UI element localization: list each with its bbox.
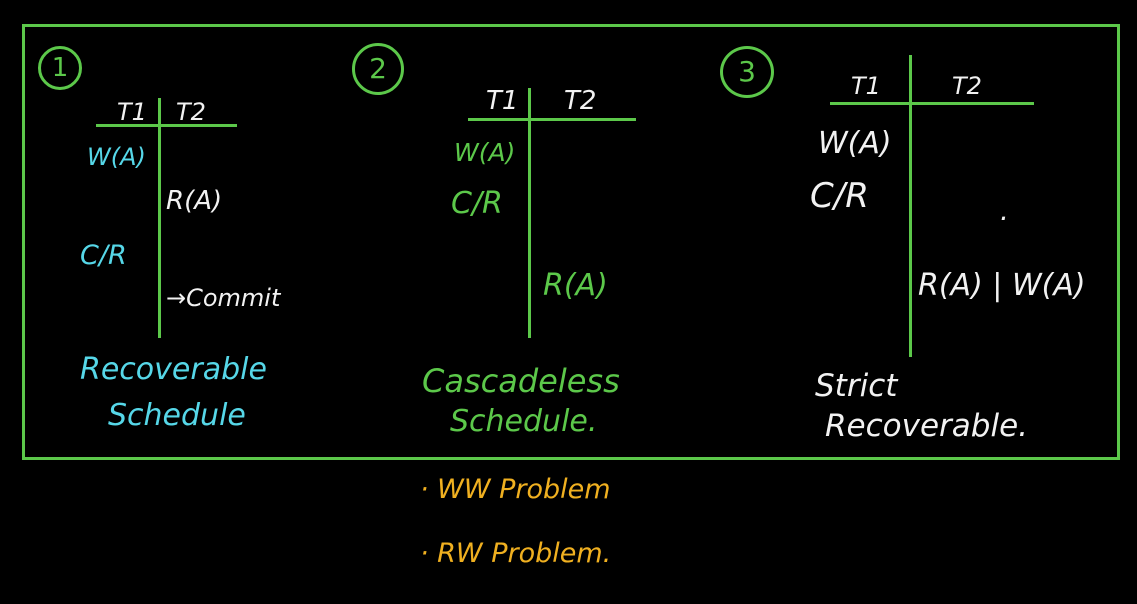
schedule-1-divider xyxy=(158,98,161,338)
schedule-2-op-commit: C/R xyxy=(451,186,503,221)
schedule-2-op-read: R(A) xyxy=(543,268,608,303)
schedule-1-op-write: W(A) xyxy=(87,143,146,171)
schedule-1-col-t2: T2 xyxy=(176,98,206,126)
schedule-3-caption-line2: Recoverable. xyxy=(825,408,1028,444)
schedule-3-op-write: W(A) xyxy=(818,126,892,161)
schedule-3-number: 3 xyxy=(720,46,774,98)
schedule-1-op-commit-t2: →Commit xyxy=(166,284,281,312)
schedule-3-dot: . xyxy=(1000,194,1009,227)
schedule-3-caption-line1: Strict xyxy=(815,368,898,404)
schedule-2-number: 2 xyxy=(352,43,404,95)
note-rw-problem: · RW Problem. xyxy=(420,538,612,569)
schedule-3-col-t2: T2 xyxy=(952,72,982,100)
schedule-1-col-t1: T1 xyxy=(117,98,147,126)
schedule-1-caption-line2: Schedule xyxy=(108,398,246,433)
schedule-1-caption-line1: Recoverable xyxy=(80,352,267,387)
schedule-1-op-commit-t1: C/R xyxy=(80,240,127,271)
schedule-2-op-write: W(A) xyxy=(454,138,516,167)
schedule-3-col-t1: T1 xyxy=(851,72,881,100)
schedule-1-op-read: R(A) xyxy=(166,186,223,216)
schedule-3-op-read-write: R(A) | W(A) xyxy=(918,268,1086,303)
schedule-3-header-line xyxy=(830,102,1034,105)
note-ww-problem: · WW Problem xyxy=(420,474,611,505)
schedule-2-col-t2: T2 xyxy=(564,86,597,116)
schedule-3-divider xyxy=(909,55,912,357)
schedule-2-header-line xyxy=(468,118,636,121)
schedule-2-divider xyxy=(528,88,531,338)
schedule-1-header-line xyxy=(96,124,237,127)
schedule-2-caption-line1: Cascadeless xyxy=(422,362,620,400)
schedule-3-op-commit: C/R xyxy=(810,176,869,216)
schedule-2-col-t1: T1 xyxy=(486,86,519,116)
schedule-2-caption-line2: Schedule. xyxy=(450,404,598,439)
schedule-1-number: 1 xyxy=(38,46,82,90)
